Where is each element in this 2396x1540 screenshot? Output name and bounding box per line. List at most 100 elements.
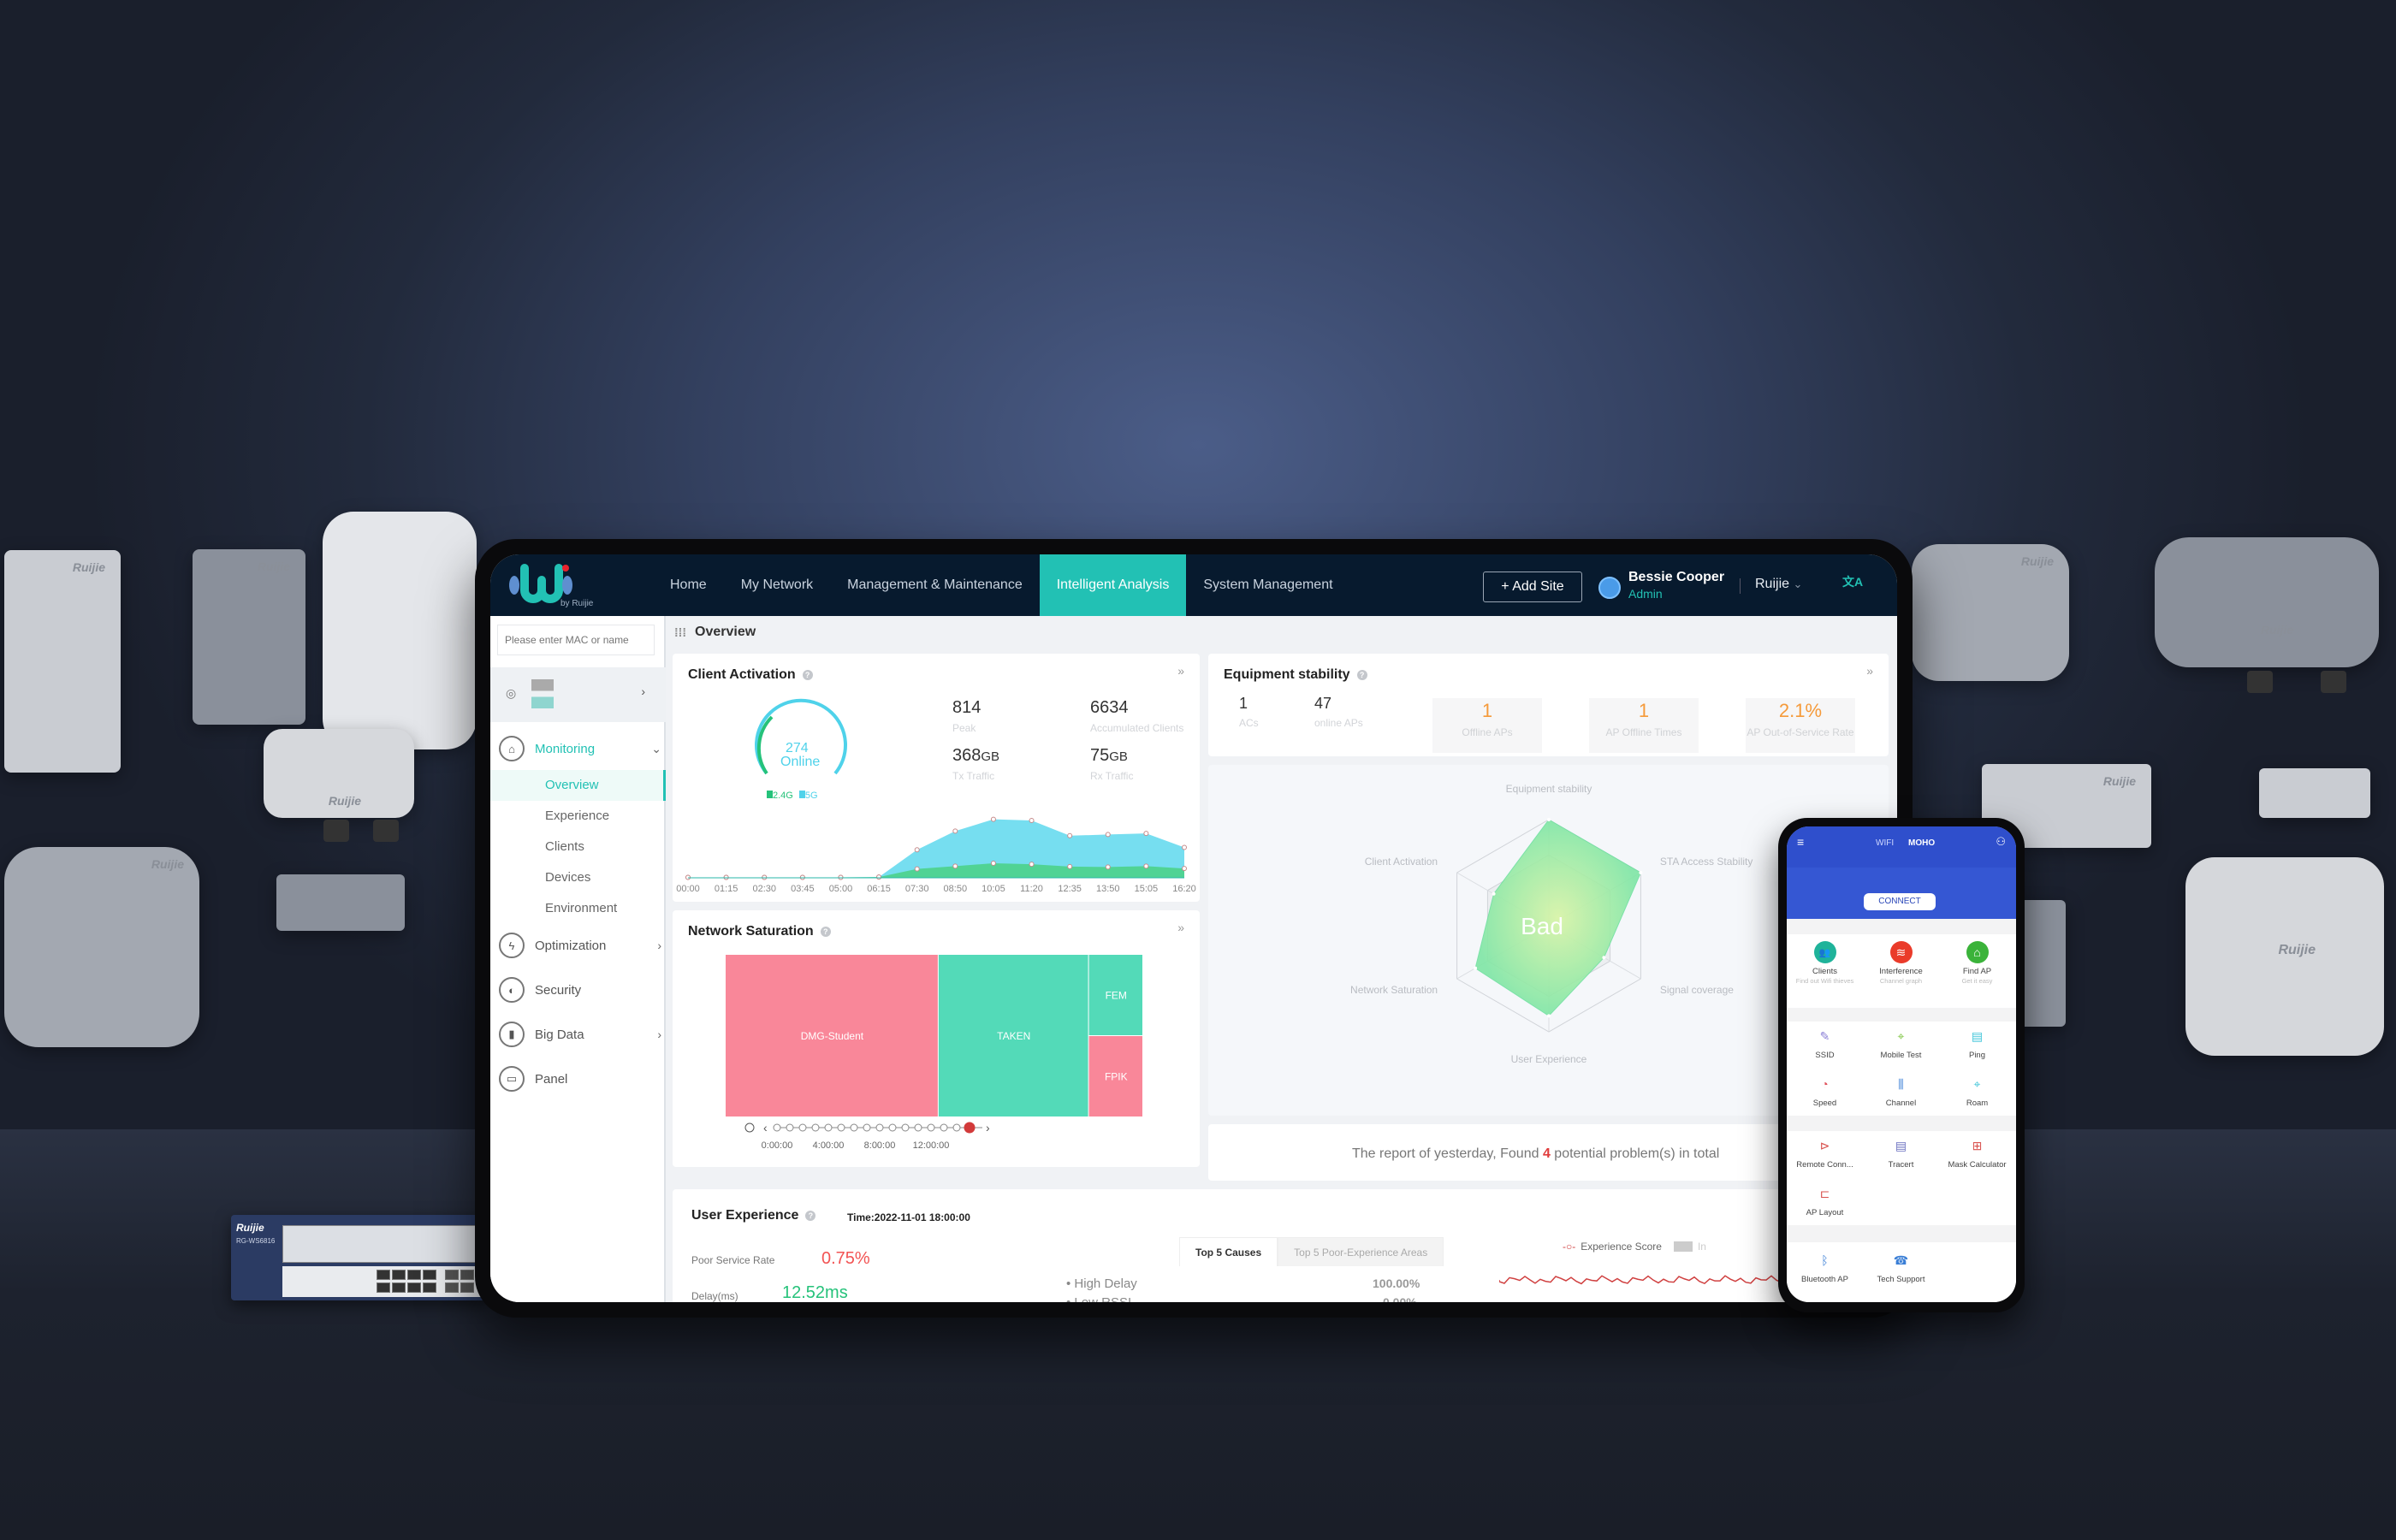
nav-management-maintenance[interactable]: Management & Maintenance bbox=[830, 554, 1040, 616]
x-tick-label: 15:05 bbox=[1135, 884, 1159, 894]
chevron-right-icon: › bbox=[657, 1028, 661, 1041]
user-icon[interactable]: ⚇ bbox=[1996, 835, 2006, 849]
tool-bluetooth-ap[interactable]: ᛒ Bluetooth AP bbox=[1787, 1249, 1863, 1284]
menu-icon[interactable]: ≡ bbox=[1797, 835, 1804, 849]
timeline-point bbox=[850, 1123, 858, 1132]
tab-top-5-causes[interactable]: Top 5 Causes bbox=[1179, 1237, 1278, 1266]
acs-label: ACs bbox=[1239, 717, 1259, 729]
help-icon[interactable]: ? bbox=[802, 670, 813, 680]
timeline-label: 12:00:00 bbox=[913, 1140, 950, 1151]
sidebar-item-label: Panel bbox=[535, 1071, 568, 1087]
sidebar-sub-overview[interactable]: Overview bbox=[490, 770, 666, 801]
data-point bbox=[990, 861, 996, 867]
connect-button[interactable]: CONNECT bbox=[1864, 893, 1936, 910]
sidebar-sub-devices[interactable]: Devices bbox=[490, 862, 666, 893]
phone-top-bar bbox=[1787, 826, 2016, 868]
tool-label: Interference bbox=[1879, 967, 1923, 976]
data-point bbox=[1029, 818, 1035, 824]
tool-mask-calculator[interactable]: ⊞ Mask Calculator bbox=[1939, 1134, 2015, 1170]
language-icon[interactable]: 文A bbox=[1842, 573, 1863, 590]
offline-aps-box[interactable]: 1 Offline APs bbox=[1432, 698, 1542, 753]
treemap-label: FEM bbox=[1106, 990, 1127, 1002]
nav-intelligent-analysis[interactable]: Intelligent Analysis bbox=[1039, 554, 1187, 616]
phone-tab-moho[interactable]: MOHO bbox=[1908, 838, 1935, 848]
tool-ssid[interactable]: ✎ SSID bbox=[1787, 1025, 1863, 1061]
box-value: 1 bbox=[1638, 700, 1650, 721]
model-label: RG-WS6816 bbox=[236, 1237, 276, 1245]
user-name[interactable]: Bessie Cooper bbox=[1628, 570, 1724, 585]
poor-rate-label: Poor Service Rate bbox=[691, 1254, 775, 1266]
access-point-device: Ruijie bbox=[4, 847, 199, 1047]
expand-icon[interactable]: » bbox=[1866, 664, 1873, 678]
ap-offline-times-box[interactable]: 1 AP Offline Times bbox=[1589, 698, 1699, 753]
help-icon[interactable]: ? bbox=[1356, 670, 1367, 680]
problem-count[interactable]: 4 bbox=[1543, 1146, 1551, 1161]
page-title: Overview bbox=[695, 625, 756, 639]
add-site-button[interactable]: + Add Site bbox=[1483, 572, 1582, 602]
user-avatar[interactable] bbox=[1598, 577, 1621, 599]
sidebar-item-security[interactable]: ◐ Security bbox=[499, 977, 661, 1003]
radar-point bbox=[1639, 871, 1643, 874]
tab-top-5-poor-areas[interactable]: Top 5 Poor-Experience Areas bbox=[1278, 1237, 1444, 1266]
timeline-point bbox=[875, 1123, 884, 1132]
tool-label: SSID bbox=[1815, 1051, 1835, 1060]
site-selector[interactable]: ◎ › bbox=[490, 667, 666, 722]
tool-channel[interactable]: ⫼ Channel bbox=[1863, 1073, 1939, 1109]
help-icon[interactable]: ? bbox=[805, 1211, 816, 1221]
accumulated-label: Accumulated Clients bbox=[1090, 722, 1184, 734]
logo[interactable]: by Ruijie bbox=[507, 560, 610, 611]
timeline-point bbox=[940, 1123, 948, 1132]
interference-icon: ≋ bbox=[1889, 941, 1913, 963]
data-point bbox=[914, 847, 920, 853]
cable-gland bbox=[2247, 671, 2273, 693]
tool-tech-support[interactable]: ☎ Tech Support bbox=[1863, 1249, 1939, 1285]
nav-system-management[interactable]: System Management bbox=[1186, 554, 1349, 616]
sidebar-item-big-data[interactable]: ▮ Big Data › bbox=[499, 1022, 661, 1047]
nav-home[interactable]: Home bbox=[653, 554, 724, 616]
phone-tools-grid-2: ⊳ Remote Conn... ▤ Tracert ⊞ Mask Calculator ⊏… bbox=[1787, 1131, 2016, 1225]
timeline-point bbox=[811, 1123, 820, 1132]
x-tick-label: 03:45 bbox=[791, 884, 815, 894]
nav-my-network[interactable]: My Network bbox=[724, 554, 830, 616]
sidebar-sub-experience[interactable]: Experience bbox=[490, 801, 666, 832]
cable-gland bbox=[373, 820, 399, 842]
tool-remote-conn-[interactable]: ⊳ Remote Conn... bbox=[1787, 1134, 1863, 1170]
tool-clients[interactable]: 👥 Clients Find out Wifi thieves bbox=[1787, 941, 1863, 985]
sidebar-item-panel[interactable]: ▭ Panel bbox=[499, 1066, 661, 1092]
cause-item: • High Delay bbox=[1066, 1276, 1137, 1291]
tool-find-ap[interactable]: ⌂ Find AP Get it easy bbox=[1939, 941, 2015, 985]
brand-label: Ruijie bbox=[257, 560, 290, 573]
network-switch-device: Ruijie RG-WS6816 bbox=[231, 1215, 488, 1300]
tool-tracert[interactable]: ▤ Tracert bbox=[1863, 1134, 1939, 1170]
main-nav: Home My Network Management & Maintenance… bbox=[653, 554, 1350, 616]
tool-ap-layout[interactable]: ⊏ AP Layout bbox=[1787, 1182, 1863, 1218]
tool-mobile-test[interactable]: ⌖ Mobile Test bbox=[1863, 1025, 1939, 1061]
chevron-left-icon: ‹ bbox=[763, 1121, 768, 1134]
ap-out-of-service-box[interactable]: 2.1% AP Out-of-Service Rate bbox=[1746, 698, 1855, 753]
search-input[interactable] bbox=[497, 625, 655, 655]
phone-top-tools: 👥 Clients Find out Wifi thieves ≋ Interfere… bbox=[1787, 934, 2016, 1008]
tool-label: Find AP bbox=[1962, 967, 1992, 976]
data-point bbox=[1105, 832, 1111, 838]
tool-speed[interactable]: ◔ Speed bbox=[1787, 1073, 1863, 1108]
sidebar-item-optimization[interactable]: ϟ Optimization › bbox=[499, 933, 661, 958]
expand-icon[interactable]: » bbox=[1177, 664, 1184, 678]
tool-interference[interactable]: ≋ Interference Channel graph bbox=[1863, 941, 1939, 985]
radar-axis-label: Network Saturation bbox=[1350, 984, 1438, 996]
tool-ping[interactable]: ▤ Ping bbox=[1939, 1025, 2015, 1061]
tool-label: Tech Support bbox=[1877, 1275, 1925, 1284]
box-value: 2.1% bbox=[1778, 700, 1823, 721]
support-icon: ☎ bbox=[1893, 1253, 1909, 1267]
phone-tab-wifi[interactable]: WIFI bbox=[1876, 838, 1894, 848]
x-tick-label: 07:30 bbox=[905, 884, 929, 894]
sidebar-sub-environment[interactable]: Environment bbox=[490, 893, 666, 924]
org-name: Ruijie bbox=[1755, 577, 1790, 591]
chevron-right-icon: › bbox=[641, 684, 645, 698]
data-point bbox=[952, 828, 958, 834]
tool-roam[interactable]: ⌖ Roam bbox=[1939, 1073, 2015, 1109]
sidebar-item-monitoring[interactable]: ⌂ Monitoring ⌄ bbox=[499, 736, 661, 761]
legend-swatch-5g bbox=[798, 791, 805, 798]
tool-sub: Find out Wifi thieves bbox=[1795, 977, 1854, 985]
sidebar-sub-clients[interactable]: Clients bbox=[490, 832, 666, 862]
org-selector[interactable]: Ruijie ⌄ bbox=[1755, 577, 1802, 592]
